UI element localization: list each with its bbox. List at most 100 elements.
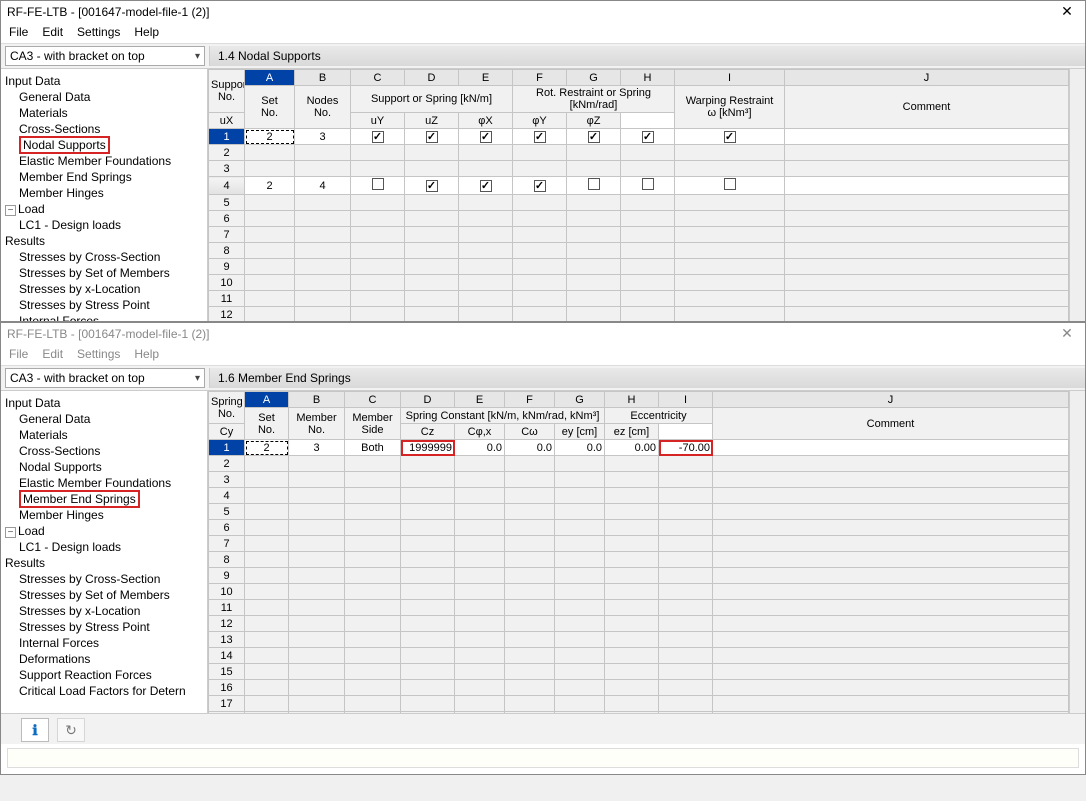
- cell-set[interactable]: [245, 616, 289, 632]
- cell-member[interactable]: [289, 488, 345, 504]
- cell-set[interactable]: [245, 696, 289, 712]
- cell-phiz[interactable]: [621, 259, 675, 275]
- cell-set[interactable]: [245, 520, 289, 536]
- cell-nodes[interactable]: [295, 211, 351, 227]
- cell-phiz[interactable]: [621, 307, 675, 322]
- cell-comment[interactable]: [713, 584, 1069, 600]
- row-number[interactable]: 1: [209, 129, 245, 145]
- row-number[interactable]: 3: [209, 472, 245, 488]
- row-number[interactable]: 9: [209, 259, 245, 275]
- row-number[interactable]: 6: [209, 211, 245, 227]
- cell-side[interactable]: [345, 584, 401, 600]
- cell-cphix[interactable]: [505, 536, 555, 552]
- cell-warp[interactable]: [675, 161, 785, 177]
- cell-ey[interactable]: [605, 696, 659, 712]
- cell-member[interactable]: [289, 712, 345, 714]
- col-B[interactable]: B: [289, 392, 345, 408]
- cell-warp[interactable]: [675, 243, 785, 259]
- cell-cz[interactable]: [455, 536, 505, 552]
- col-warping[interactable]: Warping Restraint ω [kNm³]: [675, 86, 785, 129]
- col-uy[interactable]: uY: [351, 113, 405, 129]
- tree-stresses-sp[interactable]: Stresses by Stress Point: [19, 619, 203, 635]
- cell-nodes[interactable]: [295, 161, 351, 177]
- cell-uz[interactable]: [459, 291, 513, 307]
- col-H[interactable]: H: [621, 70, 675, 86]
- checkbox[interactable]: [642, 131, 654, 143]
- cell-set[interactable]: [245, 145, 295, 161]
- cell-phiy[interactable]: [567, 307, 621, 322]
- cell-ez[interactable]: [659, 552, 713, 568]
- cell-comment[interactable]: [713, 664, 1069, 680]
- cell-ey[interactable]: [605, 552, 659, 568]
- table-row[interactable]: 3: [209, 161, 1085, 177]
- cell-uz[interactable]: [459, 177, 513, 195]
- row-number[interactable]: 8: [209, 243, 245, 259]
- checkbox[interactable]: [372, 178, 384, 190]
- checkbox[interactable]: [534, 180, 546, 192]
- cell-ux[interactable]: [351, 177, 405, 195]
- checkbox[interactable]: [480, 131, 492, 143]
- table-row[interactable]: 2: [209, 456, 1085, 472]
- cell-member[interactable]: [289, 472, 345, 488]
- cell-cw[interactable]: 0.0: [555, 440, 605, 456]
- table-row[interactable]: 123Both19999990.00.00.00.00-70.00: [209, 440, 1085, 456]
- tree-materials[interactable]: Materials: [19, 427, 203, 443]
- col-phix[interactable]: φX: [459, 113, 513, 129]
- cell-side[interactable]: [345, 568, 401, 584]
- cell-phix[interactable]: [513, 177, 567, 195]
- cell-phiz[interactable]: [621, 291, 675, 307]
- row-number[interactable]: 5: [209, 504, 245, 520]
- cell-phiz[interactable]: [621, 195, 675, 211]
- col-member-side[interactable]: Member Side: [345, 408, 401, 440]
- cell-ux[interactable]: [351, 161, 405, 177]
- cell-comment[interactable]: [713, 520, 1069, 536]
- nav-tree-lower[interactable]: Input Data General Data Materials Cross-…: [1, 391, 208, 713]
- cell-cz[interactable]: [455, 632, 505, 648]
- cell-uy[interactable]: [405, 259, 459, 275]
- cell-cz[interactable]: [455, 616, 505, 632]
- tree-internal-forces[interactable]: Internal Forces: [19, 635, 203, 651]
- cell-set[interactable]: [245, 227, 295, 243]
- cell-cphix[interactable]: [505, 696, 555, 712]
- cell-set[interactable]: [245, 488, 289, 504]
- col-cphix[interactable]: Cφ,x: [455, 424, 505, 440]
- cell-uz[interactable]: [459, 275, 513, 291]
- cell-comment[interactable]: [785, 145, 1069, 161]
- table-row[interactable]: 7: [209, 227, 1085, 243]
- cell-set[interactable]: [245, 472, 289, 488]
- row-number[interactable]: 2: [209, 456, 245, 472]
- cell-nodes[interactable]: 4: [295, 177, 351, 195]
- menu-settings[interactable]: Settings: [77, 347, 120, 361]
- table-row[interactable]: 424: [209, 177, 1085, 195]
- col-uz[interactable]: uZ: [405, 113, 459, 129]
- cell-ey[interactable]: [605, 536, 659, 552]
- cell-uy[interactable]: [405, 243, 459, 259]
- col-I[interactable]: I: [659, 392, 713, 408]
- cell-cw[interactable]: [555, 472, 605, 488]
- cell-cphix[interactable]: [505, 520, 555, 536]
- cell-nodes[interactable]: [295, 243, 351, 259]
- cell-cphix[interactable]: [505, 632, 555, 648]
- info-button[interactable]: ℹ: [21, 718, 49, 742]
- cell-phiy[interactable]: [567, 195, 621, 211]
- tree-member-hinges[interactable]: Member Hinges: [19, 185, 203, 201]
- cell-ez[interactable]: [659, 616, 713, 632]
- row-number[interactable]: 7: [209, 227, 245, 243]
- cell-ux[interactable]: [351, 195, 405, 211]
- cell-comment[interactable]: [785, 291, 1069, 307]
- table-row[interactable]: 8: [209, 243, 1085, 259]
- cell-member[interactable]: [289, 696, 345, 712]
- row-number[interactable]: 9: [209, 568, 245, 584]
- cell-cphix[interactable]: [505, 472, 555, 488]
- cell-cz[interactable]: [455, 648, 505, 664]
- col-rot-or-spring[interactable]: Rot. Restraint or Spring [kNm/rad]: [513, 86, 675, 113]
- row-number[interactable]: 12: [209, 307, 245, 322]
- collapse-icon[interactable]: −: [5, 527, 16, 538]
- col-ecc[interactable]: Eccentricity: [605, 408, 713, 424]
- cell-nodes[interactable]: [295, 259, 351, 275]
- cell-comment[interactable]: [785, 177, 1069, 195]
- tree-support-reaction[interactable]: Support Reaction Forces: [19, 667, 203, 683]
- col-spring-no[interactable]: Spring No.: [209, 392, 245, 424]
- tree-member-hinges[interactable]: Member Hinges: [19, 507, 203, 523]
- cell-cw[interactable]: [555, 536, 605, 552]
